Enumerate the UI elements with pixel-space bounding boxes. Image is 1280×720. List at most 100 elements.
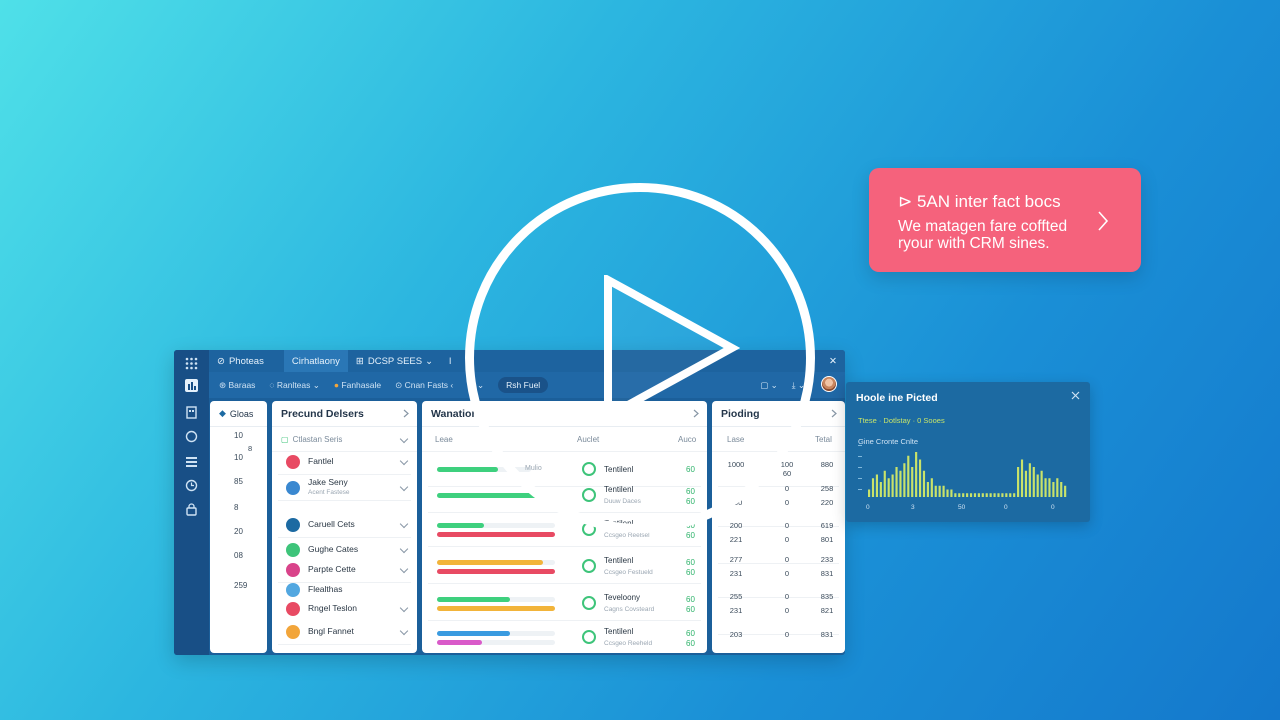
y-tick — [858, 489, 862, 490]
table-cell: 0 — [784, 484, 790, 493]
table-cell: 258 — [820, 484, 834, 493]
x-tick-label: 50 — [958, 504, 966, 511]
chart-popup: Hoole ine Picted Ttese · Dotlstay · 0 So… — [846, 382, 1090, 522]
table-cell: 0 — [784, 630, 790, 639]
contact-row[interactable]: Fantlel — [272, 451, 417, 473]
check-circle-icon — [582, 596, 596, 610]
middle-row[interactable]: Tentilenl Ccsgeo Reeheld 60 60 — [422, 624, 707, 653]
toolbar-item-1[interactable]: ⊛ Baraas — [219, 380, 255, 391]
contact-name: Gughe Cates — [308, 544, 359, 554]
table-cell: 831 — [820, 569, 834, 578]
left-panel: ◆ Gloas 10 8 10 85 8 20 08 259 — [210, 401, 267, 653]
tab-active[interactable]: Cirhatlaony — [283, 350, 348, 372]
chart-bar — [1052, 482, 1055, 497]
chart-bar — [954, 493, 957, 497]
toolbar-item-2[interactable]: ◌ Ranlteas ⌄ — [269, 380, 319, 391]
chart-bar — [891, 474, 894, 497]
popup-bar-chart: 0 3 50 0 0 — [858, 445, 1067, 511]
progress-bar — [437, 523, 485, 528]
contact-avatar — [286, 455, 300, 469]
table-cell: 0 — [784, 535, 790, 544]
row-divider — [428, 546, 701, 547]
contact-row[interactable]: Jake Seny Acent Fastese — [272, 477, 417, 499]
contacts-filter[interactable]: ▢ Ctlastan Seris — [272, 427, 417, 452]
user-avatar[interactable] — [821, 376, 837, 392]
promo-callout[interactable]: ⊳ 5AN inter fact bocs We matagen fare co… — [869, 168, 1141, 272]
middle-row[interactable]: Teveloony Cagns Covsteard 60 60 — [422, 590, 707, 620]
app-logo-icon: ⊘ — [217, 355, 225, 367]
chart-bar — [973, 493, 977, 497]
left-row[interactable]: 20 — [210, 527, 267, 541]
chart-bar — [1013, 493, 1016, 497]
middle-row-title: Tentilenl — [604, 627, 634, 636]
contact-row[interactable]: Caruell Cets — [272, 514, 417, 536]
chart-bar — [883, 470, 886, 497]
contact-avatar — [286, 563, 300, 577]
chart-bar — [1005, 493, 1008, 497]
chart-bar — [981, 493, 984, 497]
chevron-down-icon — [399, 564, 409, 574]
progress-bar — [437, 493, 539, 498]
progress-bar — [437, 467, 499, 472]
contact-row[interactable]: Parpte Cette — [272, 559, 417, 581]
chart-bar — [977, 493, 980, 497]
lock-icon[interactable] — [185, 503, 198, 516]
app-name[interactable]: ⊘ Photeas — [209, 350, 272, 372]
progress-bar — [437, 532, 555, 537]
toolbar-item-4[interactable]: ⊙ Cnan Fasts ‹ — [395, 380, 453, 391]
col-tetal: Tetal — [815, 434, 832, 444]
contact-row[interactable]: Bngl Fannet — [272, 621, 417, 643]
middle-row-value: 60 — [686, 558, 695, 567]
left-row[interactable]: 85 — [210, 477, 267, 491]
apps-grid-icon[interactable] — [185, 357, 198, 370]
chart-bar — [1024, 470, 1028, 497]
refresh-icon[interactable] — [185, 430, 198, 443]
table-cell: 255 — [729, 592, 743, 601]
table-cell: 831 — [820, 630, 834, 639]
middle-row-value: 60 — [686, 568, 695, 577]
chart-bar — [887, 478, 890, 497]
table-cell: 277 — [729, 555, 743, 564]
chart-bar — [1020, 459, 1024, 497]
list-icon[interactable] — [185, 455, 198, 468]
chart-bar — [1036, 474, 1039, 497]
tab-second[interactable]: ⊞ DCSP SEES ⌄ — [348, 350, 441, 372]
chart-bar — [879, 482, 882, 497]
chart-bar — [1032, 467, 1035, 497]
progress-bar — [437, 597, 511, 602]
left-row[interactable]: 10 — [210, 453, 267, 467]
chart-bar — [1001, 493, 1004, 497]
chart-bar — [985, 493, 988, 497]
clock-icon[interactable] — [185, 479, 198, 492]
middle-row[interactable]: Tentilenl Ccsgeo Festueld 60 60 — [422, 553, 707, 583]
contacts-panel-header[interactable]: Precund Delsers — [272, 401, 417, 427]
chart-bar — [1044, 478, 1047, 497]
left-rail — [174, 350, 209, 655]
table-cell: 220 — [820, 498, 834, 507]
building-icon[interactable] — [185, 406, 198, 419]
toolbar-item-3[interactable]: ● Fanhasale — [334, 380, 381, 390]
contact-row[interactable]: Rngel Teslon — [272, 598, 417, 620]
left-row[interactable]: 08 — [210, 551, 267, 565]
left-panel-header[interactable]: ◆ Gloas — [210, 401, 267, 427]
chart-bar — [926, 482, 929, 497]
x-tick-label: 0 — [1004, 504, 1008, 511]
chart-bar — [868, 489, 871, 497]
tab-third[interactable]: l — [441, 350, 459, 372]
chevron-right-icon — [831, 409, 837, 418]
contact-row[interactable]: Gughe Cates — [272, 539, 417, 561]
col-leae: Leae — [435, 434, 453, 444]
table-cell: 231 — [729, 606, 743, 615]
contact-name: Bngl Fannet — [308, 626, 354, 636]
chevron-right-icon — [403, 409, 409, 418]
dashboard-icon[interactable] — [185, 379, 198, 392]
close-icon[interactable]: ✕ — [821, 350, 845, 372]
progress-bar — [437, 560, 544, 565]
chart-bar — [993, 493, 996, 497]
left-row[interactable]: 259 — [210, 581, 267, 595]
progress-bar — [437, 631, 511, 636]
chart-bar — [989, 493, 992, 497]
left-row[interactable]: 8 — [210, 503, 267, 517]
chart-bar — [903, 463, 906, 497]
left-row[interactable]: 10 — [210, 431, 267, 445]
